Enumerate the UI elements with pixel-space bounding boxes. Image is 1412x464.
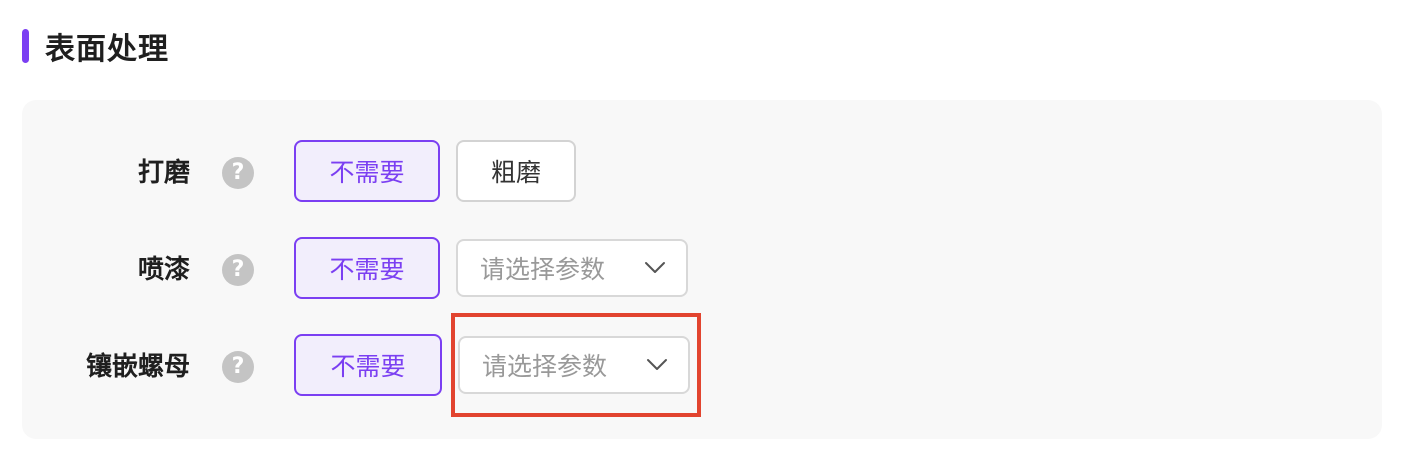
param-select-dropdown[interactable]: 请选择参数: [458, 336, 690, 394]
row-painting: 喷漆 ? 不需要 请选择参数: [22, 237, 1382, 303]
option-rough-polish-button[interactable]: 粗磨: [456, 140, 576, 202]
question-circle-icon[interactable]: ?: [222, 157, 254, 189]
accent-bar: [22, 29, 29, 63]
select-placeholder: 请选择参数: [480, 255, 606, 284]
row-polishing: 打磨 ? 不需要 粗磨: [22, 140, 1382, 206]
row-label: 喷漆: [137, 255, 190, 285]
section-title: 表面处理: [45, 32, 169, 67]
param-select-dropdown[interactable]: 请选择参数: [456, 239, 688, 297]
row-label: 镶嵌螺母: [85, 352, 190, 382]
question-circle-icon[interactable]: ?: [222, 351, 254, 383]
select-placeholder: 请选择参数: [482, 352, 608, 381]
question-circle-icon[interactable]: ?: [222, 254, 254, 286]
options-panel: 打磨 ? 不需要 粗磨 喷漆 ? 不需要 请选择参数 镶嵌螺母 ? 不需要 请选…: [22, 100, 1382, 439]
chevron-down-icon: [647, 359, 667, 370]
row-label: 打磨: [137, 158, 190, 188]
row-insert-nut: 镶嵌螺母 ? 不需要 请选择参数: [22, 334, 1382, 400]
chevron-down-icon: [645, 262, 665, 273]
option-not-needed-button[interactable]: 不需要: [294, 334, 442, 396]
option-not-needed-button[interactable]: 不需要: [294, 140, 440, 202]
section-header: 表面处理: [22, 27, 169, 67]
option-not-needed-button[interactable]: 不需要: [294, 237, 440, 299]
surface-treatment-page: 表面处理 打磨 ? 不需要 粗磨 喷漆 ? 不需要 请选择参数 镶嵌螺母 ? 不…: [0, 0, 1412, 464]
